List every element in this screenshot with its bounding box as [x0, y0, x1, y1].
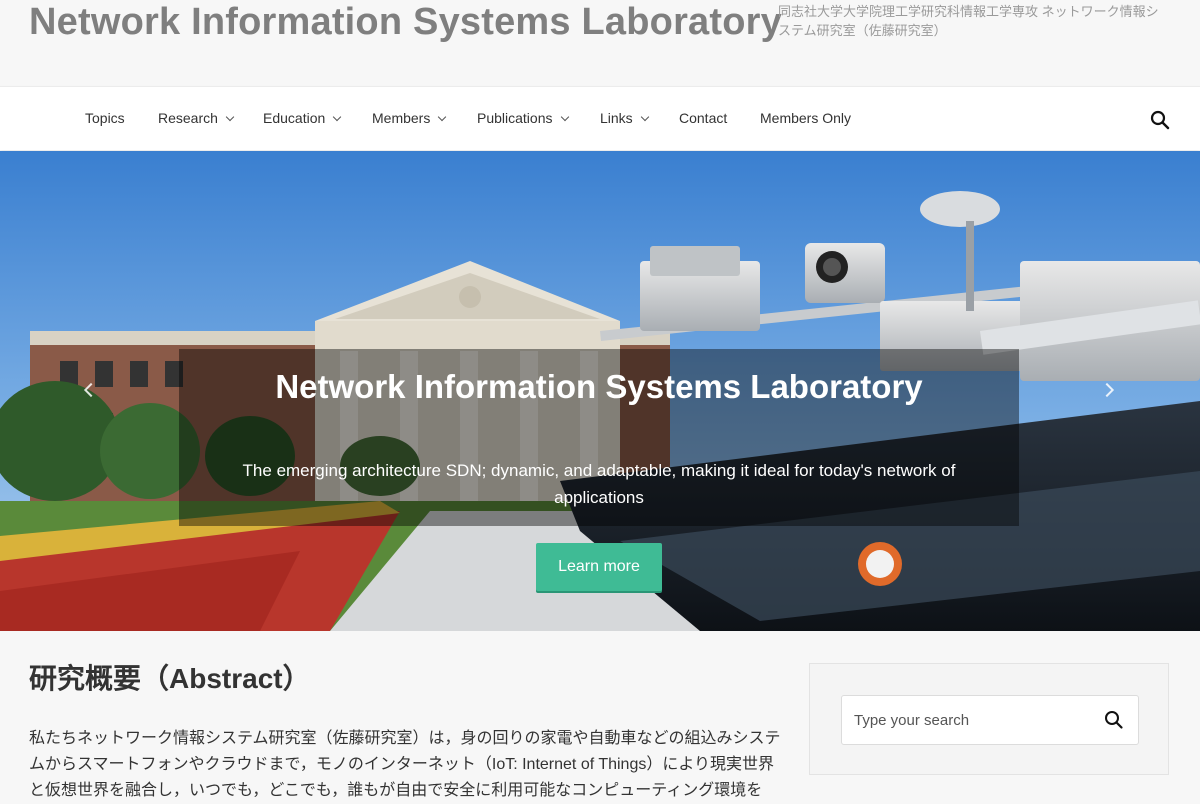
nav-item-label: Topics [85, 110, 125, 126]
hero-slider: Network Information Systems Laboratory T… [0, 151, 1200, 631]
chevron-left-icon [83, 382, 99, 398]
nav-item-education[interactable]: Education [263, 87, 342, 151]
search-icon[interactable] [1104, 710, 1124, 730]
nav-item-research[interactable]: Research [158, 87, 235, 151]
hero-subtitle: The emerging architecture SDN; dynamic, … [242, 461, 956, 507]
chevron-down-icon [640, 112, 649, 122]
nav-item-contact[interactable]: Contact [679, 87, 727, 151]
nav-item-publications[interactable]: Publications [477, 87, 569, 151]
main-content: 研究概要（Abstract） 私たちネットワーク情報システム研究室（佐藤研究室）… [0, 631, 1200, 800]
nav-item-label: Publications [477, 110, 553, 126]
nav-item-links[interactable]: Links [600, 87, 649, 151]
chevron-down-icon [225, 112, 235, 122]
site-title[interactable]: Network Information Systems Laboratory [29, 0, 782, 44]
abstract-heading-ja: 研究概要（ [29, 663, 170, 694]
slider-next-arrow[interactable] [1099, 377, 1122, 403]
sidebar-search-widget [809, 663, 1169, 775]
chevron-down-icon [333, 112, 342, 122]
abstract-heading-close: ） [282, 663, 311, 694]
main-navigation: Topics Research Education Members Public… [0, 86, 1200, 150]
nav-item-label: Members Only [760, 110, 852, 126]
chevron-right-icon [1099, 382, 1115, 398]
search-form [841, 695, 1139, 745]
chevron-down-icon [438, 112, 447, 122]
nav-item-topics[interactable]: Topics [85, 87, 125, 151]
search-input[interactable] [842, 696, 1092, 744]
learn-more-button[interactable]: Learn more [536, 543, 662, 591]
slider-prev-arrow[interactable] [78, 377, 100, 403]
nav-item-label: Links [600, 110, 633, 126]
abstract-paragraph: 私たちネットワーク情報システム研究室（佐藤研究室）は，身の回りの家電や自動車など… [29, 730, 781, 799]
chevron-down-icon [560, 112, 569, 122]
nav-item-label: Education [263, 110, 326, 126]
nav-item-label: Research [158, 110, 218, 126]
search-icon[interactable] [1150, 110, 1170, 130]
hero-title: Network Information Systems Laboratory [275, 368, 923, 405]
hero-caption-box: Network Information Systems Laboratory T… [179, 349, 1019, 526]
nav-item-members[interactable]: Members [372, 87, 447, 151]
abstract-heading: 研究概要（Abstract） [29, 661, 311, 697]
nav-item-label: Members [372, 110, 431, 126]
site-header: Network Information Systems Laboratory 同… [0, 0, 1200, 86]
nav-item-label: Contact [679, 110, 728, 126]
abstract-heading-en: Abstract [169, 663, 283, 694]
site-tagline: 同志社大学大学院理工学研究科情報工学専攻 ネットワーク情報システム研究室（佐藤研… [778, 4, 1159, 38]
nav-item-members-only[interactable]: Members Only [760, 87, 851, 151]
